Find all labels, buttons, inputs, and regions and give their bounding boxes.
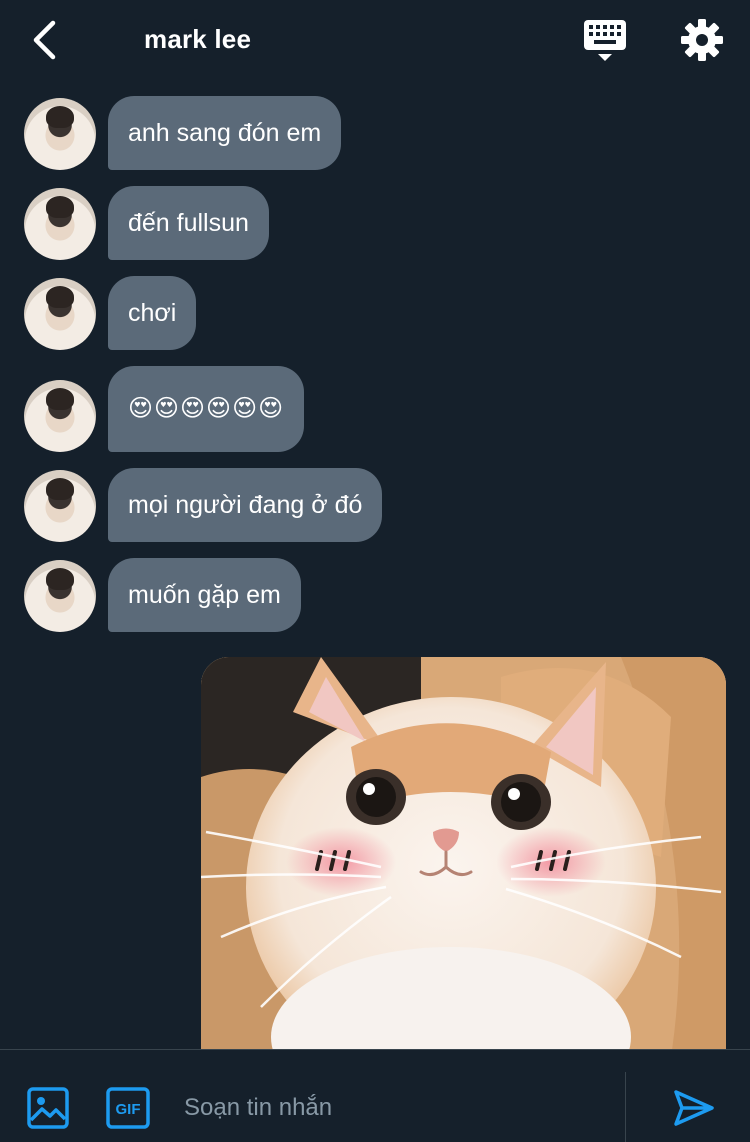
avatar[interactable]	[24, 98, 96, 170]
message-bubble[interactable]: chơi	[108, 276, 197, 350]
gear-icon	[681, 19, 723, 61]
message-list[interactable]: anh sang đón em đến fullsun chơi 😍😍😍😍😍😍 …	[0, 84, 750, 1049]
avatar[interactable]	[24, 380, 96, 452]
message-bubble[interactable]: muốn gặp em	[108, 558, 301, 632]
message-input[interactable]	[176, 1080, 616, 1136]
avatar[interactable]	[24, 560, 96, 632]
cat-picture	[201, 657, 726, 1049]
composer-divider	[625, 1072, 626, 1142]
add-media-button[interactable]	[26, 1086, 70, 1130]
add-gif-button[interactable]: GIF	[105, 1086, 151, 1130]
message-bubble[interactable]: mọi người đang ở đó	[108, 468, 383, 542]
message-bubble[interactable]: 😍😍😍😍😍😍	[108, 366, 305, 452]
image-icon	[27, 1087, 69, 1129]
send-icon	[674, 1090, 714, 1126]
chat-header: mark lee	[0, 0, 750, 84]
send-button[interactable]	[672, 1088, 716, 1128]
sent-image-cat[interactable]	[201, 657, 726, 1049]
back-button[interactable]	[22, 18, 66, 62]
message-bubble[interactable]: đến fullsun	[108, 186, 269, 260]
avatar[interactable]	[24, 188, 96, 260]
message-bubble[interactable]: anh sang đón em	[108, 96, 342, 170]
keyboard-icon	[584, 20, 626, 61]
gif-icon: GIF	[106, 1087, 150, 1129]
conversation-title: mark lee	[144, 24, 252, 54]
avatar[interactable]	[24, 278, 96, 350]
settings-button[interactable]	[678, 16, 726, 64]
chevron-left-icon	[33, 20, 56, 60]
avatar[interactable]	[24, 470, 96, 542]
gif-label: GIF	[116, 1101, 141, 1118]
keyboard-button[interactable]	[580, 16, 632, 66]
message-composer: GIF	[0, 1049, 750, 1142]
